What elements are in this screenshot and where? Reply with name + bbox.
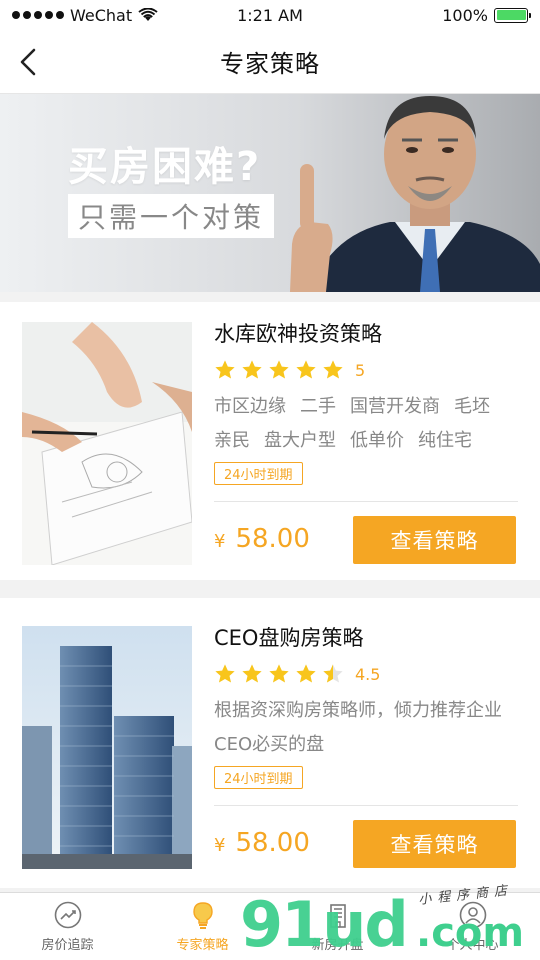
- signal-icon: [12, 11, 64, 19]
- view-strategy-button[interactable]: 查看策略: [353, 516, 516, 564]
- tab-new-homes[interactable]: 新房开盘: [270, 893, 405, 960]
- tag: 二手: [300, 396, 336, 417]
- product-price: ¥ 58.00: [214, 828, 310, 858]
- view-strategy-button[interactable]: 查看策略: [353, 820, 516, 868]
- tag: 国营开发商: [350, 396, 440, 417]
- page-title: 专家策略: [220, 50, 320, 78]
- nav-bar: 专家策略: [0, 30, 540, 94]
- price-amount: 58.00: [235, 828, 310, 858]
- product-description: 根据资深购房策略师，倾力推荐企业CEO必买的盘: [214, 700, 502, 755]
- star-icon: [215, 664, 235, 683]
- chevron-left-icon: [20, 48, 36, 76]
- carrier-name: WeChat: [70, 5, 133, 25]
- product-tags: 市区边缘 二手 国营开发商 毛坯 亲民 盘大户型 低单价 纯住宅: [214, 390, 518, 458]
- tag: 市区边缘: [214, 396, 286, 417]
- trend-chart-icon: [54, 901, 81, 929]
- tab-profile[interactable]: 个人中心: [405, 893, 540, 960]
- star-icon: [296, 360, 316, 379]
- tab-price-tracking[interactable]: 房价追踪: [0, 893, 135, 960]
- star-icon: [296, 664, 316, 683]
- star-rating: 5: [214, 358, 518, 382]
- currency-symbol: ¥: [214, 835, 226, 856]
- expiry-badge: 24小时到期: [214, 462, 303, 485]
- battery-percent: 100%: [442, 5, 488, 25]
- star-icon: [323, 360, 343, 379]
- product-image-skyscrapers: [22, 626, 192, 869]
- promo-banner[interactable]: 买房困难? 只需一个对策: [0, 94, 540, 292]
- tab-label: 专家策略: [176, 938, 229, 953]
- rating-value: 4.5: [355, 664, 381, 684]
- tab-label: 新房开盘: [311, 938, 364, 953]
- tab-label: 个人中心: [446, 938, 499, 953]
- expiry-badge: 24小时到期: [214, 766, 303, 789]
- product-info: CEO盘购房策略 4.5 根据资深购房策略师，倾力推荐企业CEO必买的盘 24小…: [214, 624, 518, 789]
- star-rating: 4.5: [214, 662, 518, 686]
- product-info: 水库欧神投资策略 5 市区边缘 二手 国营开发商 毛坯 亲民 盘大户型 低单价 纯住宅 24…: [214, 320, 518, 485]
- divider: [214, 501, 518, 502]
- tag: 纯住宅: [418, 430, 472, 451]
- user-icon: [459, 901, 486, 929]
- tag: 低单价: [350, 430, 404, 451]
- half-star-icon: [323, 664, 343, 683]
- status-left: WeChat: [12, 6, 158, 25]
- back-button[interactable]: [10, 44, 46, 80]
- tab-label: 房价追踪: [41, 938, 94, 953]
- star-icon: [215, 360, 235, 379]
- product-title: 水库欧神投资策略: [214, 322, 382, 346]
- tag: 毛坯: [454, 396, 490, 417]
- star-icon: [269, 360, 289, 379]
- star-icon: [242, 664, 262, 683]
- lightbulb-icon: [192, 902, 213, 929]
- divider: [214, 805, 518, 806]
- tag: 盘大户型: [264, 430, 336, 451]
- status-bar: WeChat 1:21 AM 100%: [0, 0, 540, 30]
- banner-subheadline: 只需一个对策: [68, 194, 275, 238]
- wifi-icon: [138, 8, 158, 21]
- status-right: 100%: [442, 5, 531, 25]
- banner-headline: 买房困难?: [68, 144, 262, 190]
- product-price: ¥ 58.00: [214, 524, 310, 554]
- star-icon: [242, 360, 262, 379]
- product-card[interactable]: 水库欧神投资策略 5 市区边缘 二手 国营开发商 毛坯 亲民 盘大户型 低单价 纯住宅 24…: [0, 302, 540, 580]
- product-card[interactable]: CEO盘购房策略 4.5 根据资深购房策略师，倾力推荐企业CEO必买的盘 24小…: [0, 598, 540, 888]
- battery-icon: [494, 7, 531, 23]
- expert-portrait-image: [290, 96, 540, 292]
- rating-value: 5: [355, 360, 366, 380]
- tag: 亲民: [214, 430, 250, 451]
- star-icon: [269, 664, 289, 683]
- tab-expert-strategy[interactable]: 专家策略: [135, 893, 270, 960]
- product-title: CEO盘购房策略: [214, 626, 364, 650]
- product-image-hands-sketch: [22, 322, 192, 565]
- currency-symbol: ¥: [214, 531, 226, 552]
- price-amount: 58.00: [235, 524, 310, 554]
- tab-bar: 房价追踪 专家策略 新房开盘 个人中心: [0, 892, 540, 960]
- building-icon: [329, 904, 346, 928]
